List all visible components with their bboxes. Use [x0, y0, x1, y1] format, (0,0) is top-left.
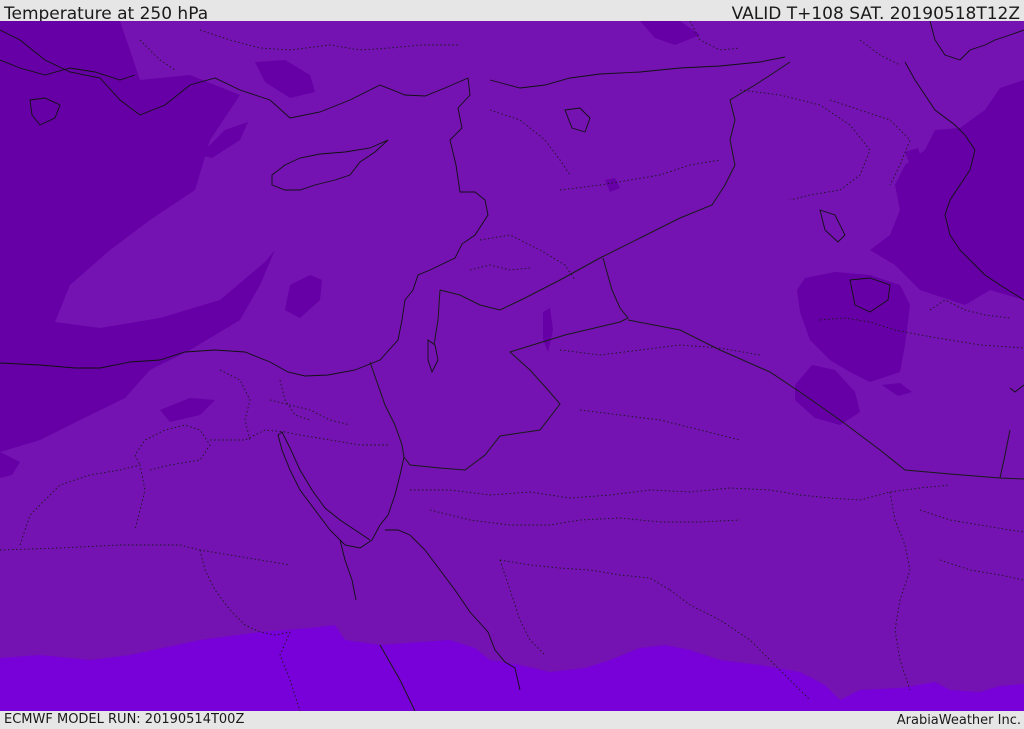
- header-bar: Temperature at 250 hPa VALID T+108 SAT. …: [0, 0, 1024, 24]
- credit-label: ArabiaWeather Inc.: [896, 713, 1021, 728]
- map-svg: [0, 21, 1024, 711]
- footer-bar: ECMWF MODEL RUN: 20190514T00Z ArabiaWeat…: [0, 711, 1024, 729]
- temperature-map: [0, 21, 1024, 711]
- model-run-label: ECMWF MODEL RUN: 20190514T00Z: [4, 712, 245, 727]
